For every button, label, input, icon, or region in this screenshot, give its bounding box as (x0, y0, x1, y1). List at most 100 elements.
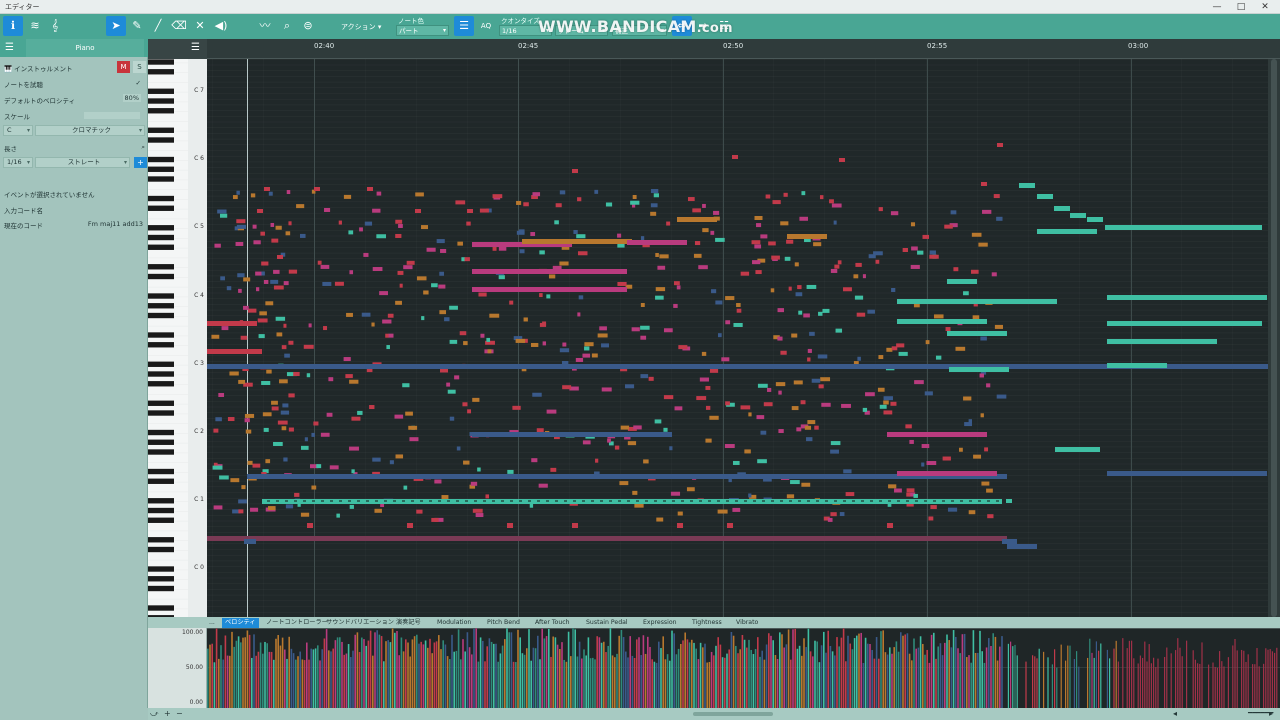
note[interactable] (312, 500, 315, 502)
note[interactable] (890, 401, 897, 406)
note[interactable] (374, 508, 382, 513)
note[interactable] (633, 425, 642, 430)
note[interactable] (867, 309, 875, 314)
note[interactable] (475, 513, 484, 518)
note[interactable] (981, 182, 987, 186)
note[interactable] (215, 417, 222, 422)
note[interactable] (753, 500, 756, 502)
note[interactable] (457, 241, 463, 246)
note[interactable] (672, 500, 675, 502)
note[interactable] (878, 207, 883, 212)
note[interactable] (947, 507, 958, 512)
note[interactable] (875, 259, 880, 264)
note[interactable] (663, 328, 673, 333)
note[interactable] (372, 267, 383, 272)
piano-keyboard[interactable]: C 7 C 6 C 5 C 4 C 3 C 2 C 1 C 0 (148, 53, 207, 621)
note[interactable] (515, 338, 526, 343)
note[interactable] (678, 345, 688, 350)
note[interactable] (485, 494, 490, 499)
note[interactable] (991, 272, 997, 277)
note[interactable] (809, 331, 815, 336)
note[interactable] (997, 143, 1003, 147)
note[interactable] (507, 523, 513, 528)
note[interactable] (407, 523, 413, 528)
note[interactable] (643, 459, 649, 464)
note[interactable] (212, 465, 223, 470)
note[interactable] (640, 325, 650, 330)
note[interactable] (897, 319, 987, 324)
note[interactable] (947, 279, 977, 284)
note[interactable] (708, 500, 711, 502)
note[interactable] (259, 311, 267, 316)
note[interactable] (267, 506, 276, 511)
note[interactable] (1107, 225, 1262, 230)
note[interactable] (979, 373, 984, 378)
note[interactable] (240, 335, 248, 340)
note[interactable] (532, 392, 542, 397)
note[interactable] (375, 500, 378, 502)
note[interactable] (778, 390, 782, 395)
note[interactable] (834, 264, 840, 269)
note[interactable] (456, 500, 459, 502)
note[interactable] (416, 509, 423, 514)
note[interactable] (732, 507, 741, 512)
note[interactable] (277, 420, 288, 425)
note[interactable] (698, 265, 708, 270)
note[interactable] (981, 481, 990, 486)
note[interactable] (403, 485, 408, 490)
note[interactable] (681, 500, 684, 502)
horizontal-scroll-thumb[interactable] (693, 712, 773, 716)
note[interactable] (841, 403, 851, 408)
note[interactable] (286, 190, 291, 195)
eraser-icon[interactable]: ⌫ (169, 16, 189, 36)
note[interactable] (449, 416, 455, 421)
note[interactable] (288, 221, 292, 226)
note[interactable] (311, 432, 315, 437)
note[interactable] (462, 402, 468, 407)
note[interactable] (408, 425, 418, 430)
note[interactable] (640, 302, 645, 307)
note[interactable] (548, 274, 556, 279)
note[interactable] (944, 224, 953, 229)
scale-root-select[interactable]: C ▾ (3, 125, 33, 136)
note[interactable] (276, 332, 283, 337)
tab-sound-variation[interactable]: サウンドバリエーション (323, 618, 397, 628)
note[interactable] (447, 500, 450, 502)
tab-note-controller[interactable]: ノートコントローラー (263, 618, 331, 628)
note[interactable] (321, 500, 324, 502)
note[interactable] (736, 303, 741, 308)
note[interactable] (221, 326, 229, 331)
note[interactable] (530, 342, 539, 347)
note[interactable] (357, 410, 363, 415)
note[interactable] (467, 409, 472, 414)
length-search-icon[interactable]: ⌕ (141, 143, 145, 152)
note[interactable] (559, 348, 570, 353)
maximize-button[interactable]: □ (1230, 0, 1252, 14)
note[interactable] (803, 313, 810, 318)
note[interactable] (217, 209, 227, 214)
note[interactable] (677, 523, 683, 528)
note[interactable] (636, 500, 639, 502)
note[interactable] (283, 281, 289, 286)
note[interactable] (247, 474, 1007, 479)
note[interactable] (420, 500, 423, 502)
note[interactable] (1007, 544, 1037, 549)
note[interactable] (273, 285, 284, 290)
note[interactable] (311, 485, 317, 490)
note[interactable] (285, 231, 291, 236)
note[interactable] (1037, 229, 1097, 234)
note[interactable] (853, 274, 859, 279)
note[interactable] (855, 262, 862, 267)
note[interactable] (439, 310, 447, 315)
note[interactable] (830, 512, 837, 517)
note[interactable] (1107, 471, 1267, 476)
note[interactable] (273, 441, 283, 446)
note[interactable] (562, 342, 567, 347)
tab-modulation[interactable]: Modulation (434, 618, 474, 628)
note[interactable] (395, 300, 402, 305)
note[interactable] (627, 240, 687, 245)
note[interactable] (582, 353, 591, 358)
note[interactable] (830, 268, 838, 273)
note[interactable] (663, 395, 674, 400)
note[interactable] (357, 500, 360, 502)
